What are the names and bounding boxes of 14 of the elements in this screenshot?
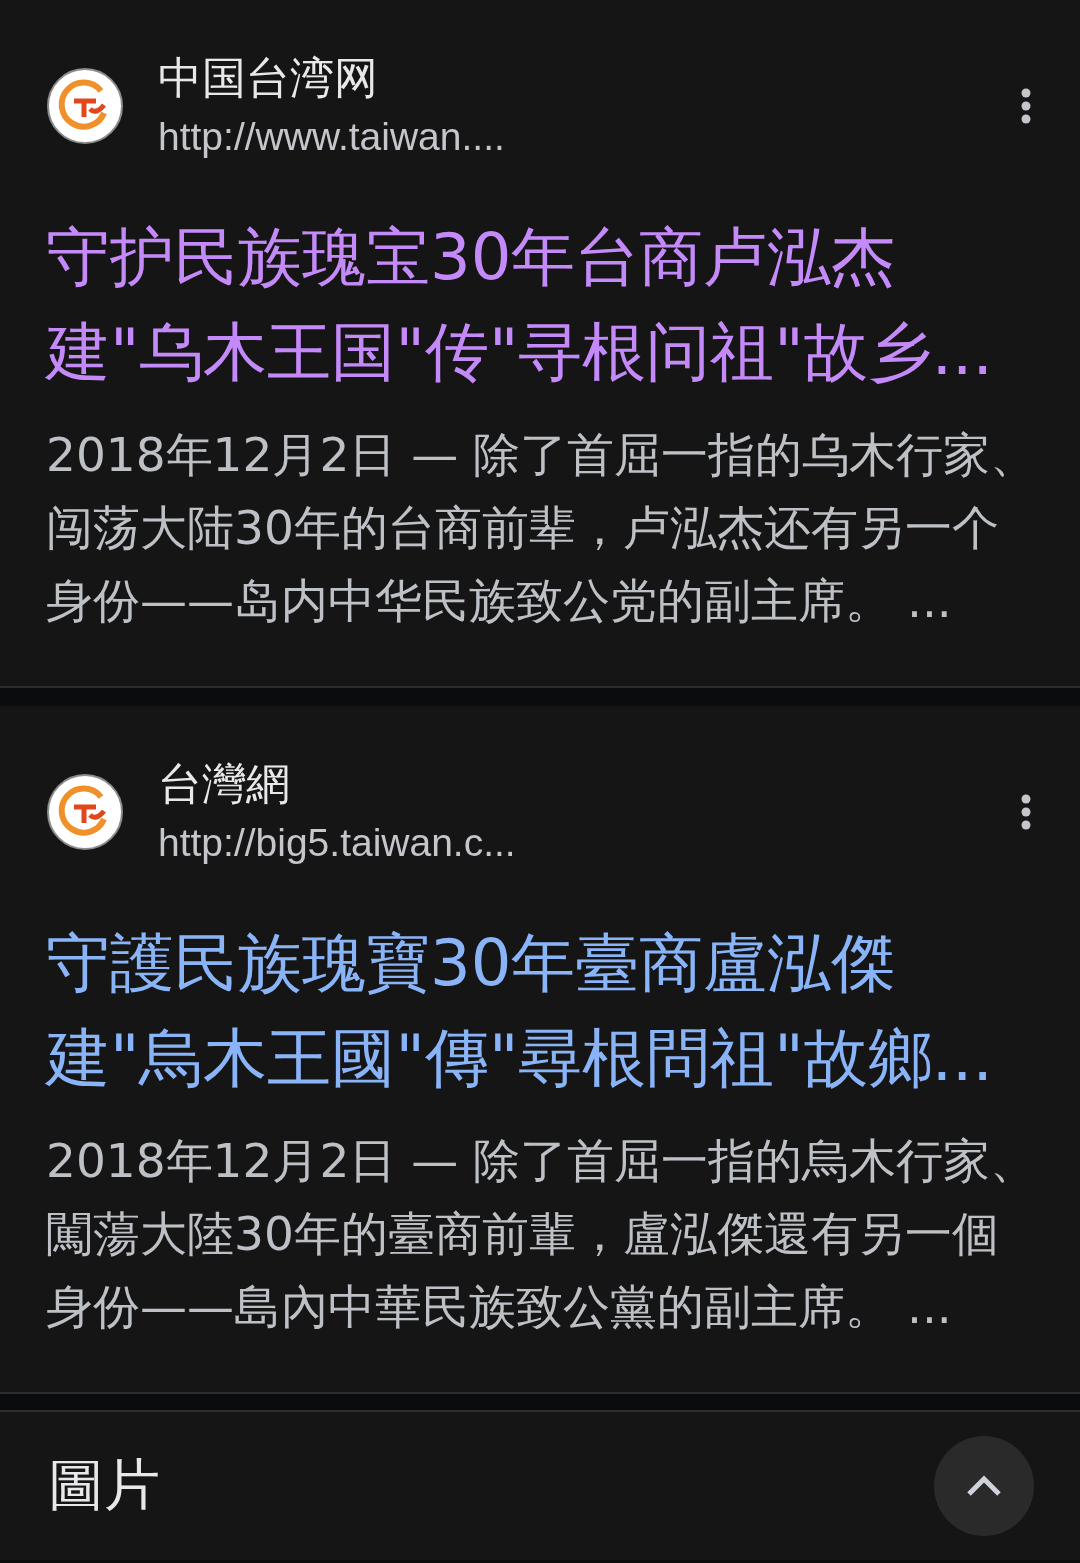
site-logo-icon (46, 773, 124, 851)
site-url: http://big5.taiwan.c... (158, 820, 517, 866)
site-url: http://www.taiwan.... (158, 114, 506, 160)
site-name: 中国台湾网 (158, 51, 379, 105)
site-logo-icon (46, 67, 124, 145)
result-snippet: 2018年12月2日 — 除了首屈一指的烏木行家、闖蕩大陸30年的臺商前輩，盧泓傑還有另一個身份——島內中華民族致公黨的副主席。 ... (46, 1132, 1039, 1336)
more-options-icon[interactable] (1020, 88, 1032, 124)
site-name: 台灣網 (158, 757, 291, 811)
result-snippet: 2018年12月2日 — 除了首屈一指的乌木行家、闯荡大陆30年的台商前辈，卢泓杰还有另一个身份——岛内中华民族致公党的副主席。 ... (46, 426, 1039, 630)
chevron-up-icon (967, 1475, 1001, 1497)
result-title-link[interactable]: 守护民族瑰宝30年台商卢泓杰建"乌木王国"传"寻根问祖"故乡... (46, 210, 1011, 400)
section-heading: 圖片 (48, 1451, 160, 1519)
result-title-link[interactable]: 守護民族瑰寶30年臺商盧泓傑建"烏木王國"傳"尋根問祖"故鄉... (46, 916, 1011, 1106)
more-options-icon[interactable] (1020, 794, 1032, 830)
